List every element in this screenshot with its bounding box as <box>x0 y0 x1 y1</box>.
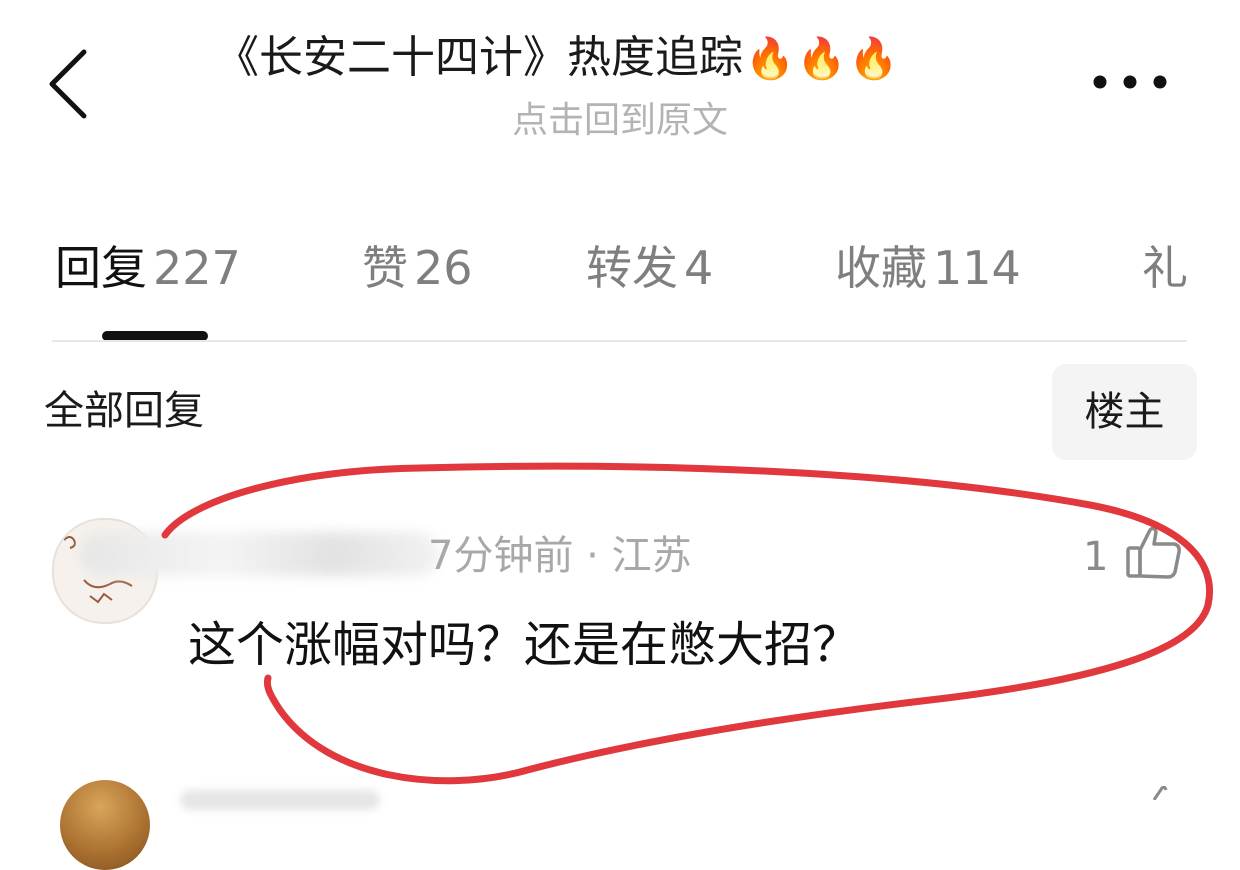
tab-likes[interactable]: 赞 26 <box>362 230 473 310</box>
tab-gifts[interactable]: 礼 <box>1142 230 1194 310</box>
tab-label: 回复 <box>55 241 147 295</box>
owner-filter-button[interactable]: 楼主 <box>1052 364 1197 460</box>
more-horizontal-icon <box>1093 75 1167 89</box>
comment-item[interactable]: 7分钟前 · 江苏 1 这个涨幅对吗？还是在憋大招？ <box>0 500 1240 700</box>
tab-label: 收藏 <box>835 241 927 295</box>
title-text: 《长安二十四计》热度追踪 <box>215 32 743 83</box>
username-redacted[interactable] <box>180 790 380 810</box>
tab-favorites[interactable]: 收藏 114 <box>835 230 1021 310</box>
thumbs-up-icon <box>1126 526 1181 579</box>
page-title[interactable]: 《长安二十四计》热度追踪🔥🔥🔥 <box>215 28 1045 89</box>
tab-label: 礼 <box>1142 241 1188 295</box>
comment-text: 这个涨幅对吗？还是在憋大招？ <box>188 617 861 673</box>
tab-label: 转发 <box>586 241 678 295</box>
fire-emoji: 🔥 <box>745 36 795 82</box>
tab-count: 26 <box>414 241 473 295</box>
tab-count: 4 <box>684 241 714 295</box>
like-count: 1 <box>1083 534 1109 580</box>
divider <box>52 340 1187 342</box>
top-bar: 《长安二十四计》热度追踪🔥🔥🔥 点击回到原文 <box>0 0 1240 170</box>
back-to-original-link[interactable]: 点击回到原文 <box>0 98 1240 144</box>
avatar[interactable] <box>60 780 150 870</box>
like-button[interactable] <box>1124 522 1184 582</box>
section-title: 全部回复 <box>44 388 204 434</box>
tab-count: 114 <box>933 241 1021 295</box>
more-button[interactable] <box>1085 62 1175 102</box>
tab-reposts[interactable]: 转发 4 <box>586 230 713 310</box>
like-button[interactable] <box>1140 785 1180 801</box>
tab-replies[interactable]: 回复 227 <box>55 230 241 310</box>
tab-count: 227 <box>153 241 241 295</box>
tab-label: 赞 <box>362 241 408 295</box>
fire-emoji: 🔥 <box>848 36 899 82</box>
username-redacted[interactable] <box>80 532 440 576</box>
comment-meta: 7分钟前 · 江苏 <box>428 533 692 579</box>
fire-emoji: 🔥 <box>796 36 847 82</box>
tab-bar: 回复 227 赞 26 转发 4 收藏 114 礼 <box>0 230 1240 310</box>
